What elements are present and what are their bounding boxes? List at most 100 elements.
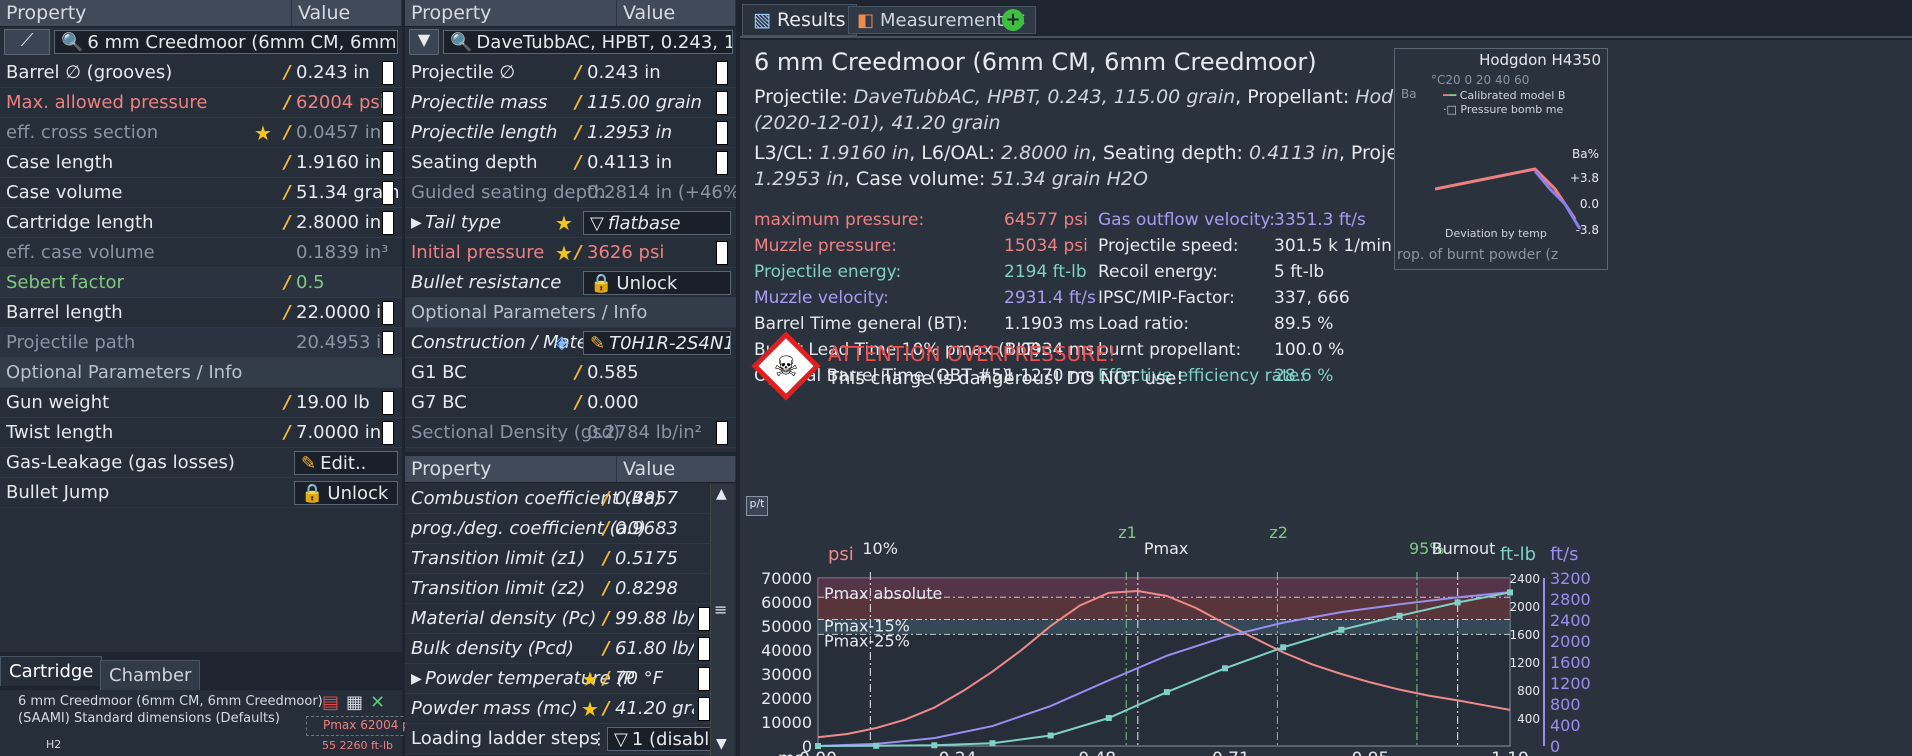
scroll-grip-icon[interactable]: ≡ bbox=[714, 600, 727, 619]
projectile-property-value[interactable]: 0.243 in bbox=[587, 62, 661, 83]
scroll-down-icon[interactable]: ▼ bbox=[716, 736, 727, 752]
projectile-property-row[interactable]: Projectile length /1.2953 in bbox=[405, 118, 736, 148]
spin-ruler-icon[interactable] bbox=[382, 121, 394, 145]
scroll-up-icon[interactable]: ▲ bbox=[716, 486, 727, 502]
spin-ruler-icon[interactable] bbox=[716, 421, 728, 445]
cartridge-selector[interactable]: 🔍6 mm Creedmoor (6mm CM, 6mm Creedmoor) bbox=[54, 30, 398, 54]
property-column-header[interactable]: Property bbox=[0, 0, 292, 26]
spin-ruler-icon[interactable] bbox=[716, 61, 728, 85]
projectile-property-value[interactable]: 0.2814 in (+46%) bbox=[587, 182, 736, 203]
export-icon[interactable]: ▦ bbox=[346, 692, 363, 713]
left-property-value[interactable]: 0.243 in bbox=[296, 62, 370, 83]
projectile-optional-row[interactable]: G7 BC /0.000 bbox=[405, 388, 736, 418]
bullet-resistance-unlock-button[interactable]: 🔒 Unlock bbox=[583, 271, 731, 295]
left-property-value[interactable]: 0.5 bbox=[296, 272, 325, 293]
left-optional-row[interactable]: Gun weight /19.00 lb bbox=[0, 388, 402, 418]
spin-ruler-icon[interactable] bbox=[698, 637, 710, 661]
projectile-dropdown-button[interactable]: ▼ bbox=[409, 29, 439, 55]
projectile-property-row[interactable]: Guided seating depth/0.2814 in (+46%) bbox=[405, 178, 736, 208]
projectile-property-row[interactable]: Seating depth /0.4113 in bbox=[405, 148, 736, 178]
expand-arrow-icon[interactable]: ▶ bbox=[411, 671, 422, 687]
spin-ruler-icon[interactable] bbox=[382, 301, 394, 325]
left-property-row[interactable]: Projectile path /20.4953 in bbox=[0, 328, 402, 358]
left-property-row[interactable]: Max. allowed pressure /62004 psi bbox=[0, 88, 402, 118]
optional-parameters-section[interactable]: Optional Parameters / Info bbox=[405, 298, 736, 328]
propellant-property-value[interactable]: 0.8298 bbox=[615, 578, 694, 599]
left-property-row[interactable]: Barrel length /22.0000 in bbox=[0, 298, 402, 328]
property-column-header[interactable]: Property bbox=[405, 456, 617, 482]
propellant-property-value[interactable]: 0.4857 bbox=[615, 488, 694, 509]
left-optional-row[interactable]: Twist length /7.0000 in bbox=[0, 418, 402, 448]
left-property-value[interactable]: 22.0000 in bbox=[296, 302, 393, 323]
excel-icon[interactable]: ✕ bbox=[370, 692, 385, 713]
projectile-property-value[interactable]: 0.4113 in bbox=[587, 152, 672, 173]
spin-ruler-icon[interactable] bbox=[382, 151, 394, 175]
left-property-value[interactable]: 19.00 lb bbox=[296, 392, 370, 413]
propellant-property-row[interactable]: Material density (Pc) /99.88 lb/ft³ bbox=[405, 604, 710, 634]
projectile-property-row[interactable]: Tail type ▶ ★ ▽ flatbase bbox=[405, 208, 736, 238]
projectile-property-value[interactable]: 3626 psi bbox=[587, 242, 664, 263]
spin-ruler-icon[interactable] bbox=[698, 697, 710, 721]
value-column-header[interactable]: Value bbox=[292, 0, 402, 26]
spin-ruler-icon[interactable] bbox=[382, 211, 394, 235]
left-property-value[interactable]: 20.4953 in bbox=[296, 332, 393, 353]
spin-ruler-icon[interactable] bbox=[698, 667, 710, 691]
property-column-header[interactable]: Property bbox=[405, 0, 617, 26]
propellant-property-row[interactable]: prog./deg. coefficient (a0)/0.9683 bbox=[405, 514, 710, 544]
spin-ruler-icon[interactable] bbox=[382, 181, 394, 205]
propellant-property-row[interactable]: Transition limit (z2) /0.8298 bbox=[405, 574, 710, 604]
value-column-header[interactable]: Value bbox=[617, 0, 736, 26]
propellant-property-row[interactable]: Bulk density (Pcd) /61.80 lb/ft³ bbox=[405, 634, 710, 664]
projectile-optional-row[interactable]: Sectional Density (gsd)/0.2784 lb/in² bbox=[405, 418, 736, 448]
left-optional-row[interactable]: Bullet Jump 🔒 Unlock bbox=[0, 478, 402, 508]
spin-ruler-icon[interactable] bbox=[716, 121, 728, 145]
value-column-header[interactable]: Value bbox=[617, 456, 736, 482]
propellant-property-value[interactable]: 70 °F bbox=[615, 668, 694, 689]
pdf-icon[interactable]: ▤ bbox=[322, 692, 339, 713]
spin-ruler-icon[interactable] bbox=[382, 331, 394, 355]
projectile-selector[interactable]: 🔍DaveTubbAC, HPBT, 0.243, 115.00 grain bbox=[443, 30, 733, 54]
loading-ladder-select[interactable]: ▽1 (disabled) bbox=[607, 727, 711, 751]
tab-cartridge[interactable]: Cartridge bbox=[0, 656, 103, 686]
left-property-row[interactable]: Sebert factor /0.5 bbox=[0, 268, 402, 298]
projectile-property-row[interactable]: Initial pressure ★/3626 psi bbox=[405, 238, 736, 268]
propellant-property-row[interactable]: Transition limit (z1) /0.5175 bbox=[405, 544, 710, 574]
left-property-row[interactable]: Case volume/51.34 grain H2O bbox=[0, 178, 402, 208]
left-property-row[interactable]: Barrel ∅ (grooves) /0.243 in bbox=[0, 58, 402, 88]
left-property-value[interactable]: 2.8000 in bbox=[296, 212, 381, 233]
spin-ruler-icon[interactable] bbox=[382, 421, 394, 445]
spin-ruler-icon[interactable] bbox=[382, 61, 394, 85]
left-property-row[interactable]: eff. case volume /0.1839 in³ bbox=[0, 238, 402, 268]
left-property-row[interactable]: Case length /1.9160 in bbox=[0, 148, 402, 178]
add-tab-icon[interactable]: + bbox=[1002, 9, 1024, 31]
projectile-property-value[interactable]: 0.585 bbox=[587, 362, 639, 383]
spin-ruler-icon[interactable] bbox=[716, 151, 728, 175]
left-property-value[interactable]: 7.0000 in bbox=[296, 422, 381, 443]
tab-results[interactable]: ▧ Results bbox=[742, 4, 857, 36]
propellant-property-value[interactable]: 99.88 lb/ft³ bbox=[615, 608, 694, 629]
spin-ruler-icon[interactable] bbox=[698, 607, 710, 631]
expand-arrow-icon[interactable]: ▶ bbox=[411, 215, 422, 231]
left-property-value[interactable]: 0.0457 in² bbox=[296, 122, 388, 143]
caliber-tool-button[interactable]: ⟋ bbox=[4, 29, 50, 55]
left-property-row[interactable]: Cartridge length /2.8000 in bbox=[0, 208, 402, 238]
optional-parameters-section[interactable]: Optional Parameters / Info bbox=[0, 358, 402, 388]
projectile-property-value[interactable]: 115.00 grain bbox=[587, 92, 702, 113]
propellant-property-value[interactable]: 61.80 lb/ft³ bbox=[615, 638, 694, 659]
propellant-property-value[interactable]: 0.9683 bbox=[615, 518, 694, 539]
propellant-mini-chart[interactable]: Hodgdon H4350 °C20 0 20 40 60 Ba ━━ Cali… bbox=[1394, 48, 1608, 270]
propellant-property-row[interactable]: Loading ladder steps⋮▽1 (disabled) bbox=[405, 724, 711, 754]
bullet-jump-unlock-button[interactable]: 🔒 Unlock bbox=[294, 481, 398, 505]
left-property-value[interactable]: 62004 psi bbox=[296, 92, 385, 113]
tab-chamber[interactable]: Chamber bbox=[100, 660, 201, 691]
material-diamond-icon[interactable]: ◈ bbox=[555, 332, 569, 353]
gas-leakage-edit-button[interactable]: ✎ Edit.. bbox=[294, 451, 398, 475]
spin-ruler-icon[interactable] bbox=[382, 391, 394, 415]
left-property-value[interactable]: 1.9160 in bbox=[296, 152, 381, 173]
projectile-optional-row[interactable]: Construction / Material ◈ ✎ T0H1R-2S4N1 bbox=[405, 328, 736, 358]
projectile-property-row[interactable]: Projectile mass /115.00 grain bbox=[405, 88, 736, 118]
left-optional-row[interactable]: Gas-Leakage (gas losses) ✎ Edit.. bbox=[0, 448, 402, 478]
tail-type-select[interactable]: ▽ flatbase bbox=[583, 211, 731, 235]
projectile-property-value[interactable]: 0.000 bbox=[587, 392, 639, 413]
spin-ruler-icon[interactable] bbox=[382, 91, 394, 115]
